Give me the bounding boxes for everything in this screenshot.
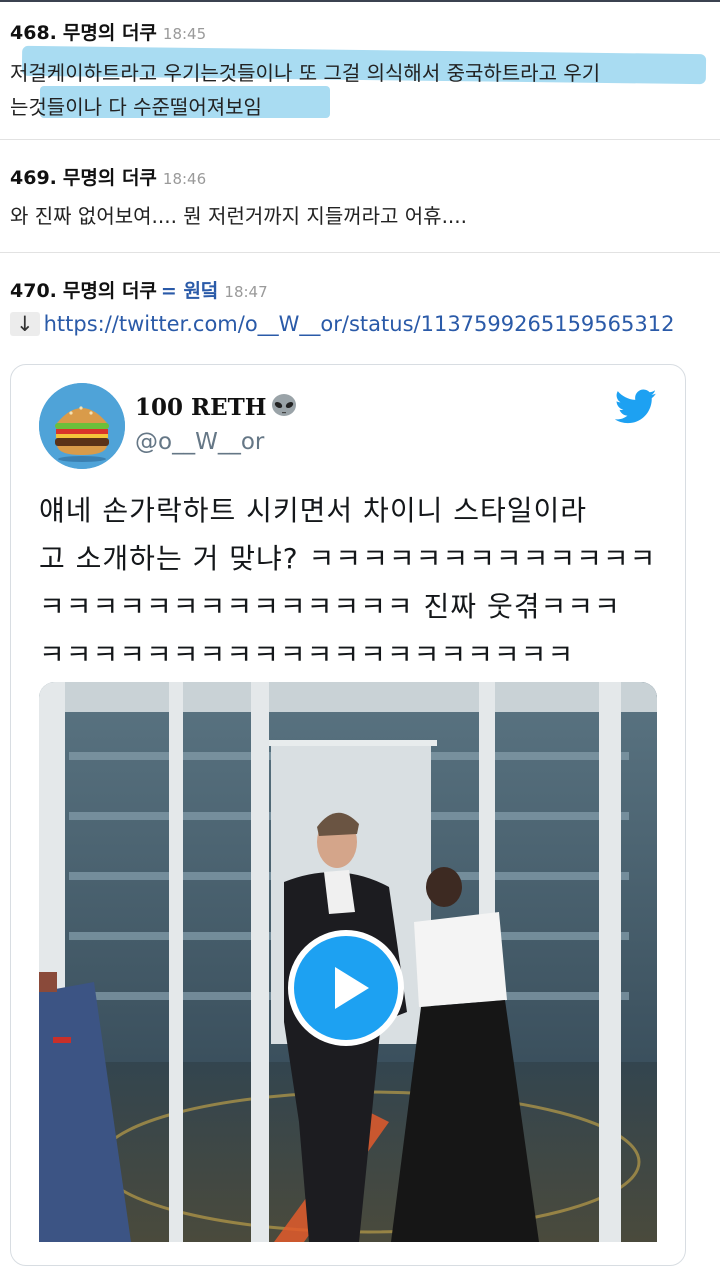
tweet-text: 얘네 손가락하트 시키면서 차이니 스타일이라 고 소개하는 거 맞냐? ㅋㅋㅋ…	[39, 487, 659, 679]
tweet-text-line: 고 소개하는 거 맞냐? ㅋㅋㅋㅋㅋㅋㅋㅋㅋㅋㅋㅋㅋ	[39, 542, 657, 575]
comment-line-text: 저걸케이하트라고 우기는것들이나 또 그걸 의식해서 중국하트라고 우기	[10, 61, 601, 85]
tweet-display-name[interactable]: 100 RETH	[135, 393, 299, 425]
comment-time: 18:47	[224, 283, 268, 301]
comment-line: 는것들이나 다 수준떨어져보임	[10, 86, 600, 124]
comment-body: 저걸케이하트라고 우기는것들이나 또 그걸 의식해서 중국하트라고 우기 는것들…	[10, 45, 707, 124]
tweet-link[interactable]: https://twitter.com/o__W__or/status/1137…	[44, 312, 675, 336]
comment-header: 469. 무명의 더쿠 18:46	[10, 163, 206, 190]
link-row: ↓ https://twitter.com/o__W__or/status/113…	[10, 312, 674, 336]
down-arrow-icon: ↓	[10, 312, 40, 336]
burger-icon[interactable]	[39, 383, 125, 469]
comment-author: 무명의 더쿠	[62, 167, 157, 189]
embedded-tweet[interactable]: 100 RETH @o__W__or 얘네 손가락하트 시키면서 차이니 스타일…	[10, 364, 686, 1266]
comment-header: 468. 무명의 더쿠 18:45	[10, 18, 206, 45]
comment-author: 무명의 더쿠	[62, 280, 157, 302]
top-border	[0, 0, 720, 2]
display-name-text: 100 RETH	[135, 394, 267, 421]
tweet-video[interactable]	[39, 682, 657, 1242]
twitter-bird-icon[interactable]	[614, 389, 657, 425]
tweet-text-line: 얘네 손가락하트 시키면서 차이니 스타일이라	[39, 494, 588, 527]
comment-divider	[0, 139, 720, 140]
tweet-text-line: ㅋㅋㅋㅋㅋㅋㅋㅋㅋㅋㅋㅋㅋㅋㅋㅋㅋㅋㅋㅋ	[39, 638, 575, 671]
comment-line-text: 는것들이나 다 수준떨어져보임	[10, 95, 262, 119]
tweet-handle[interactable]: @o__W__or	[135, 429, 264, 455]
play-icon[interactable]	[288, 930, 404, 1046]
comment-number[interactable]: 468.	[10, 22, 57, 44]
comment-header: 470. 무명의 더쿠 = 원덬 18:47	[10, 276, 268, 303]
author-nickname: = 원덬	[160, 280, 219, 302]
comment-divider	[0, 252, 720, 253]
comment-line: 저걸케이하트라고 우기는것들이나 또 그걸 의식해서 중국하트라고 우기	[10, 45, 707, 90]
comment-time: 18:45	[162, 25, 207, 43]
comment-author: 무명의 더쿠	[62, 22, 157, 44]
comment-number[interactable]: 470.	[10, 280, 57, 302]
alien-icon	[269, 393, 299, 425]
comment-number[interactable]: 469.	[10, 167, 57, 189]
comment-time: 18:46	[162, 170, 207, 188]
tweet-text-line: ㅋㅋㅋㅋㅋㅋㅋㅋㅋㅋㅋㅋㅋㅋ 진짜 웃겪ㅋㅋㅋ	[39, 590, 621, 623]
comment-body: 와 진짜 없어보여.... 뭔 저런거까지 지들꺼라고 어휴....	[10, 204, 468, 228]
